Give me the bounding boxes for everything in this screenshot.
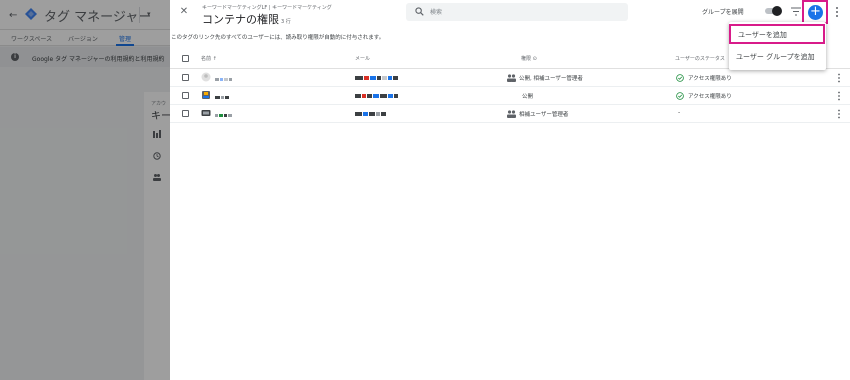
user-name-redacted bbox=[215, 76, 233, 81]
more-vert-icon[interactable] bbox=[837, 109, 841, 119]
check-circle-icon bbox=[676, 74, 684, 82]
column-header-status[interactable]: ユーザーのステータス bbox=[675, 55, 725, 62]
role-text: 公開 bbox=[522, 94, 534, 100]
row-checkbox[interactable] bbox=[182, 92, 189, 99]
avatar bbox=[201, 72, 211, 82]
user-email-redacted bbox=[355, 75, 399, 80]
add-button[interactable]: + bbox=[808, 5, 823, 20]
status-text: アクセス権限あり bbox=[688, 76, 732, 82]
row-checkbox[interactable] bbox=[182, 110, 189, 117]
search-icon bbox=[415, 7, 424, 16]
info-message-text: このタグのリンク先のすべてのユーザーには、読み取り権限が自動的に付与されます。 bbox=[171, 35, 385, 41]
page-title-text: コンテナの権限 bbox=[202, 13, 279, 26]
search-input[interactable] bbox=[430, 5, 620, 19]
info-message: このタグのリンク先のすべてのユーザーには、読み取り権限が自動的に付与されます。 bbox=[170, 33, 384, 41]
filter-icon[interactable] bbox=[791, 7, 801, 16]
menu-item-add-user-group[interactable]: ユーザー グループを追加 bbox=[729, 48, 826, 68]
row-count: 3 行 bbox=[281, 19, 291, 25]
add-button-highlight: + bbox=[802, 0, 828, 24]
toggle-knob bbox=[772, 6, 782, 16]
group-role-icon bbox=[507, 74, 516, 82]
row-checkbox[interactable] bbox=[182, 74, 189, 81]
role-text: 相補ユーザー管理者 bbox=[519, 112, 569, 118]
avatar bbox=[201, 110, 211, 116]
user-email-redacted bbox=[355, 111, 387, 116]
column-header-role[interactable]: 権限 ⊙ bbox=[521, 55, 537, 62]
column-header-name[interactable]: 名前 ↑ bbox=[201, 55, 217, 62]
user-email-redacted bbox=[355, 93, 399, 98]
page-title: コンテナの権限 3 行 bbox=[202, 11, 291, 27]
table-row[interactable]: 公開 アクセス権限あり bbox=[170, 87, 850, 105]
group-expand-label: グループを展開 bbox=[702, 9, 744, 16]
user-name-redacted bbox=[215, 112, 233, 117]
status-text: アクセス権限あり bbox=[688, 94, 732, 100]
more-vert-icon[interactable] bbox=[837, 91, 841, 101]
table-row[interactable]: 相補ユーザー管理者 - bbox=[170, 105, 850, 123]
user-name-redacted bbox=[215, 94, 230, 99]
role-text: 公開, 相補ユーザー管理者 bbox=[519, 76, 583, 82]
group-role-icon bbox=[507, 110, 516, 118]
more-vert-icon[interactable] bbox=[834, 6, 840, 18]
check-circle-icon bbox=[676, 92, 684, 100]
more-vert-icon[interactable] bbox=[837, 73, 841, 83]
column-header-email[interactable]: メール bbox=[355, 55, 370, 62]
close-icon[interactable]: ✕ bbox=[178, 6, 190, 18]
table-row[interactable]: 公開, 相補ユーザー管理者 アクセス権限あり bbox=[170, 69, 850, 87]
status-text: - bbox=[678, 109, 681, 116]
breadcrumb: キーワードマーケティングLF | キーワードマーケティング bbox=[202, 5, 332, 11]
select-all-checkbox[interactable] bbox=[182, 55, 189, 62]
menu-item-add-user[interactable]: ユーザーを追加 bbox=[729, 24, 825, 44]
add-menu: ユーザーを追加 ユーザー グループを追加 bbox=[729, 22, 826, 70]
search-bar bbox=[406, 3, 628, 21]
avatar bbox=[202, 91, 210, 99]
group-expand-toggle[interactable] bbox=[765, 6, 782, 16]
